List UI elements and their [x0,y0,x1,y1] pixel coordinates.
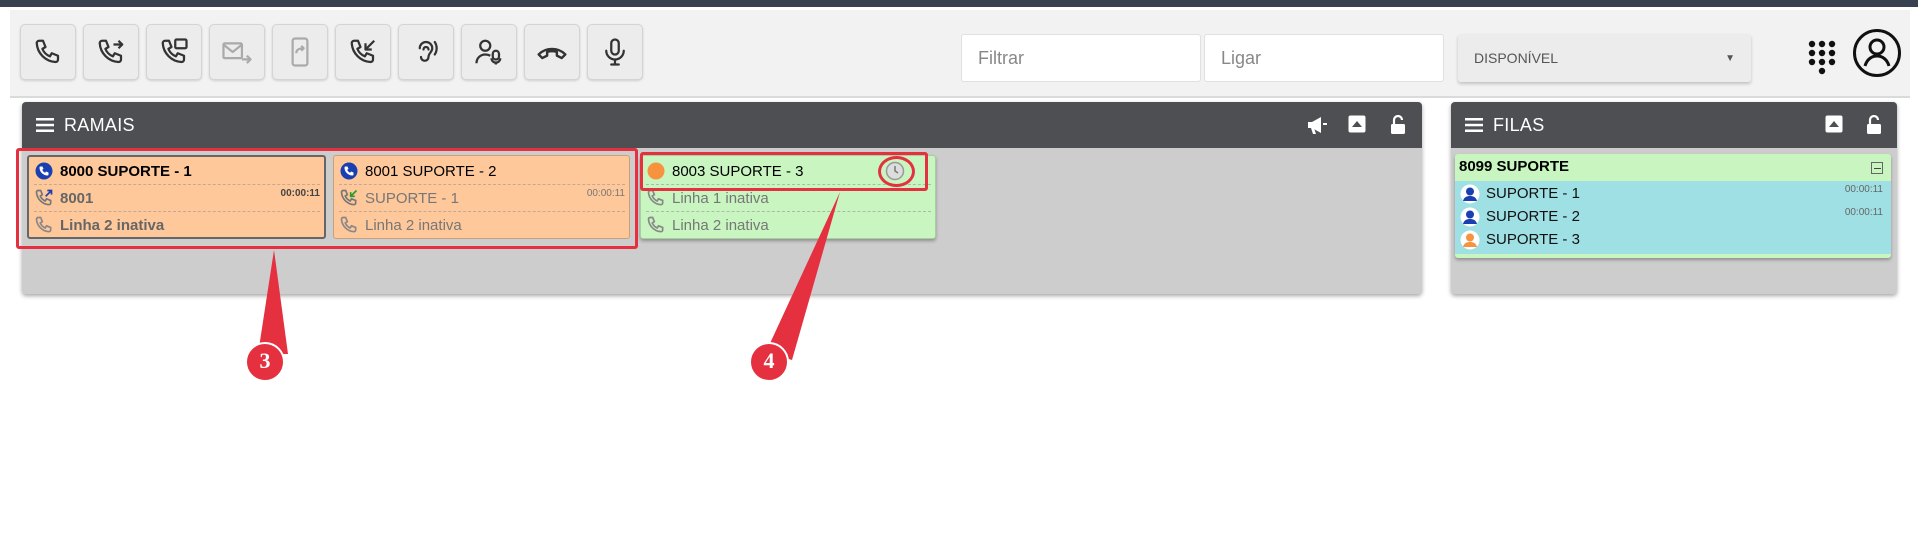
annotation-label-4: 4 [763,348,775,373]
user-avatar-button[interactable] [1852,28,1902,78]
ear-icon [418,40,438,62]
phone-hangup-icon [537,47,567,60]
queue-members: SUPORTE - 1 00:00:11 SUPORTE - 2 00:00:1… [1455,181,1891,254]
ramais-header: RAMAIS [22,102,1422,148]
collapse-panel-icon[interactable] [1348,115,1366,133]
unlock-icon[interactable] [1866,115,1882,135]
menu-icon[interactable] [1465,117,1483,133]
transfer-button[interactable] [83,24,139,80]
status-select[interactable]: DISPONÍVEL ▼ [1458,34,1751,82]
filas-header: FILAS [1451,102,1897,148]
megaphone-icon[interactable] [1306,115,1328,135]
user-busy-icon [1460,207,1480,227]
phone-icon [646,188,666,208]
member-name: SUPORTE - 2 [1486,208,1580,225]
status-value: DISPONÍVEL [1474,50,1559,66]
hangup-button[interactable] [524,24,580,80]
phone-voicemail-icon [161,38,188,64]
dialpad-icon [1808,40,1836,75]
queue-member[interactable]: SUPORTE - 1 00:00:11 [1460,182,1887,205]
queue-card-8099[interactable]: 8099 SUPORTE SUPORTE - 1 00:00:11 SUPORT… [1455,154,1891,258]
ramais-title: RAMAIS [64,114,135,135]
phone-incoming-icon [350,39,376,64]
member-name: SUPORTE - 3 [1486,231,1580,248]
mobile-forward-icon [291,37,309,67]
listen-button[interactable] [398,24,454,80]
user-avatar-icon [1853,29,1901,77]
filas-panel: FILAS 8099 SUPORTE SUPORTE - 1 00:00:11 … [1451,102,1897,294]
minus-icon [1873,167,1881,169]
call-button[interactable] [20,24,76,80]
member-time: 00:00:11 [1844,207,1883,218]
dialpad-button[interactable] [1800,34,1844,82]
microphone-icon [605,38,625,66]
top-accent-bar [0,0,1918,7]
filter-input[interactable]: Filtrar [961,34,1201,82]
microphone-button[interactable] [587,24,643,80]
queue-member[interactable]: SUPORTE - 2 00:00:11 [1460,205,1887,228]
member-name: SUPORTE - 1 [1486,185,1580,202]
phone-icon [646,215,666,235]
filas-title: FILAS [1493,114,1545,135]
dial-placeholder: Ligar [1221,47,1262,68]
mail-forward-icon [222,42,252,64]
member-time: 00:00:11 [1844,184,1883,195]
filter-placeholder: Filtrar [978,47,1024,68]
chevron-down-icon: ▼ [1725,52,1735,64]
highlight-circle-clock [878,156,915,187]
pickup-button[interactable] [335,24,391,80]
forward-to-mobile-button[interactable] [272,24,328,80]
attended-transfer-button[interactable] [146,24,202,80]
user-voice-icon [475,39,502,65]
queue-member[interactable]: SUPORTE - 3 [1460,228,1887,251]
user-busy-icon [1460,184,1480,204]
queue-title: 8099 SUPORTE [1459,158,1570,175]
unlock-icon[interactable] [1390,115,1406,135]
dial-input[interactable]: Ligar [1204,34,1444,82]
phone-forward-icon [98,39,124,64]
forward-to-email-button[interactable] [209,24,265,80]
highlight-box-3 [16,148,638,249]
queue-collapse-button[interactable] [1871,162,1883,174]
collapse-panel-icon[interactable] [1825,115,1843,133]
user-paused-icon [1460,230,1480,250]
menu-icon[interactable] [36,117,54,133]
annotation-label-3: 3 [259,348,271,373]
toolbar: Filtrar Ligar DISPONÍVEL ▼ [10,10,1910,98]
phone-icon [35,39,60,64]
whisper-button[interactable] [461,24,517,80]
